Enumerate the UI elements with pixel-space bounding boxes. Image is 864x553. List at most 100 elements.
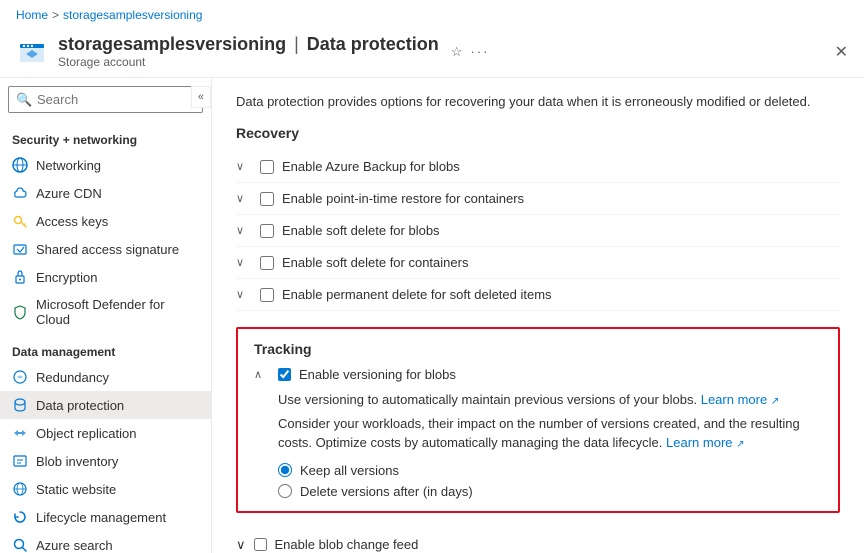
option-permanent-delete: ∨ Enable permanent delete for soft delet… bbox=[236, 279, 840, 311]
tracking-section: Tracking ∧ Enable versioning for blobs U… bbox=[236, 327, 840, 513]
object-replication-icon bbox=[12, 425, 28, 441]
checkbox-point-in-time[interactable] bbox=[260, 192, 274, 206]
page-header: storagesamplesversioning | Data protecti… bbox=[0, 30, 864, 78]
external-link-icon-1: ↗ bbox=[771, 396, 779, 407]
content-area: Data protection provides options for rec… bbox=[212, 78, 864, 553]
sidebar-collapse-button[interactable]: « bbox=[191, 86, 211, 108]
encryption-icon bbox=[12, 269, 28, 285]
sidebar-item-shared-access[interactable]: Shared access signature bbox=[0, 235, 211, 263]
chevron-point-in-time[interactable]: ∨ bbox=[236, 192, 252, 205]
external-link-icon-2: ↗ bbox=[736, 439, 744, 450]
search-input[interactable] bbox=[8, 86, 203, 113]
sidebar-item-encryption[interactable]: Encryption bbox=[0, 263, 211, 291]
lifecycle-label: Lifecycle management bbox=[36, 510, 166, 525]
versioning-note-learn-more-link[interactable]: Learn more bbox=[666, 435, 732, 450]
versioning-radio-group: Keep all versions Delete versions after … bbox=[278, 463, 822, 499]
option-point-in-time: ∨ Enable point-in-time restore for conta… bbox=[236, 183, 840, 215]
chevron-permanent-delete[interactable]: ∨ bbox=[236, 288, 252, 301]
defender-icon bbox=[12, 304, 28, 320]
checkbox-permanent-delete[interactable] bbox=[260, 288, 274, 302]
blob-change-feed-label: Enable blob change feed bbox=[275, 537, 419, 552]
sidebar-item-blob-inventory[interactable]: Blob inventory bbox=[0, 447, 211, 475]
page-description: Data protection provides options for rec… bbox=[236, 94, 840, 109]
checkbox-azure-backup[interactable] bbox=[260, 160, 274, 174]
point-in-time-label: Enable point-in-time restore for contain… bbox=[282, 191, 524, 206]
sidebar-item-static-website[interactable]: Static website bbox=[0, 475, 211, 503]
data-protection-label: Data protection bbox=[36, 398, 124, 413]
sidebar-item-azure-cdn[interactable]: Azure CDN bbox=[0, 179, 211, 207]
radio-keep-all-input[interactable] bbox=[278, 463, 292, 477]
cdn-label: Azure CDN bbox=[36, 186, 102, 201]
header-text: storagesamplesversioning | Data protecti… bbox=[58, 34, 439, 69]
resource-name: storagesamplesversioning bbox=[58, 34, 286, 55]
object-replication-label: Object replication bbox=[36, 426, 136, 441]
static-website-icon bbox=[12, 481, 28, 497]
checkbox-blob-change-feed[interactable] bbox=[254, 538, 267, 551]
key-icon bbox=[12, 213, 28, 229]
breadcrumb-separator: > bbox=[52, 8, 59, 22]
azure-search-label: Azure search bbox=[36, 538, 113, 553]
data-protection-icon bbox=[12, 397, 28, 413]
cdn-icon bbox=[12, 185, 28, 201]
redundancy-label: Redundancy bbox=[36, 370, 109, 385]
sidebar-item-object-replication[interactable]: Object replication bbox=[0, 419, 211, 447]
sidebar-item-networking[interactable]: Networking bbox=[0, 151, 211, 179]
sidebar-item-azure-search[interactable]: Azure search bbox=[0, 531, 211, 553]
sidebar-item-redundancy[interactable]: Redundancy bbox=[0, 363, 211, 391]
shared-access-label: Shared access signature bbox=[36, 242, 179, 257]
signature-icon bbox=[12, 241, 28, 257]
versioning-row: ∧ Enable versioning for blobs bbox=[254, 367, 822, 382]
chevron-soft-delete-containers[interactable]: ∨ bbox=[236, 256, 252, 269]
redundancy-icon bbox=[12, 369, 28, 385]
versioning-learn-more-link[interactable]: Learn more bbox=[701, 392, 767, 407]
chevron-soft-delete-blobs[interactable]: ∨ bbox=[236, 224, 252, 237]
sidebar-item-access-keys[interactable]: Access keys bbox=[0, 207, 211, 235]
versioning-label: Enable versioning for blobs bbox=[299, 367, 456, 382]
soft-delete-blobs-label: Enable soft delete for blobs bbox=[282, 223, 440, 238]
delete-after-label: Delete versions after (in days) bbox=[300, 484, 473, 499]
breadcrumb: Home > storagesamplesversioning bbox=[0, 0, 864, 30]
page-title: Data protection bbox=[307, 34, 439, 55]
networking-icon bbox=[12, 157, 28, 173]
sidebar-item-defender[interactable]: Microsoft Defender for Cloud bbox=[0, 291, 211, 333]
option-blob-change-feed: ∨ Enable blob change feed bbox=[236, 529, 840, 553]
sidebar-section-data-mgmt: Data management bbox=[0, 333, 211, 363]
search-icon: 🔍 bbox=[16, 92, 32, 108]
tracking-title: Tracking bbox=[254, 341, 822, 357]
azure-backup-label: Enable Azure Backup for blobs bbox=[282, 159, 460, 174]
star-icon[interactable]: ☆ bbox=[451, 44, 463, 60]
radio-delete-after-input[interactable] bbox=[278, 484, 292, 498]
option-soft-delete-blobs: ∨ Enable soft delete for blobs bbox=[236, 215, 840, 247]
breadcrumb-current[interactable]: storagesamplesversioning bbox=[63, 8, 202, 22]
lifecycle-icon bbox=[12, 509, 28, 525]
resource-type: Storage account bbox=[58, 55, 439, 69]
permanent-delete-label: Enable permanent delete for soft deleted… bbox=[282, 287, 552, 302]
chevron-azure-backup[interactable]: ∨ bbox=[236, 160, 252, 173]
checkbox-soft-delete-blobs[interactable] bbox=[260, 224, 274, 238]
sidebar: 🔍 « Security + networking Networking Azu… bbox=[0, 78, 212, 553]
static-website-label: Static website bbox=[36, 482, 116, 497]
sidebar-search-container: 🔍 bbox=[8, 86, 203, 113]
blob-inventory-label: Blob inventory bbox=[36, 454, 118, 469]
radio-delete-after: Delete versions after (in days) bbox=[278, 484, 822, 499]
encryption-label: Encryption bbox=[36, 270, 97, 285]
access-keys-label: Access keys bbox=[36, 214, 108, 229]
option-azure-backup: ∨ Enable Azure Backup for blobs bbox=[236, 151, 840, 183]
networking-label: Networking bbox=[36, 158, 101, 173]
checkbox-soft-delete-containers[interactable] bbox=[260, 256, 274, 270]
checkbox-versioning[interactable] bbox=[278, 368, 291, 381]
chevron-blob-change-feed[interactable]: ∨ bbox=[236, 537, 246, 553]
breadcrumb-home[interactable]: Home bbox=[16, 8, 48, 22]
header-separator: | bbox=[294, 34, 299, 55]
keep-all-label: Keep all versions bbox=[300, 463, 399, 478]
defender-label: Microsoft Defender for Cloud bbox=[36, 297, 199, 327]
azure-search-icon bbox=[12, 537, 28, 553]
sidebar-section-security: Security + networking bbox=[0, 121, 211, 151]
more-icon[interactable]: ··· bbox=[470, 44, 489, 59]
sidebar-item-data-protection[interactable]: Data protection bbox=[0, 391, 211, 419]
recovery-section-title: Recovery bbox=[236, 125, 840, 141]
resource-icon bbox=[16, 36, 48, 68]
sidebar-item-lifecycle[interactable]: Lifecycle management bbox=[0, 503, 211, 531]
close-button[interactable]: ✕ bbox=[835, 42, 848, 62]
chevron-versioning[interactable]: ∧ bbox=[254, 368, 270, 381]
